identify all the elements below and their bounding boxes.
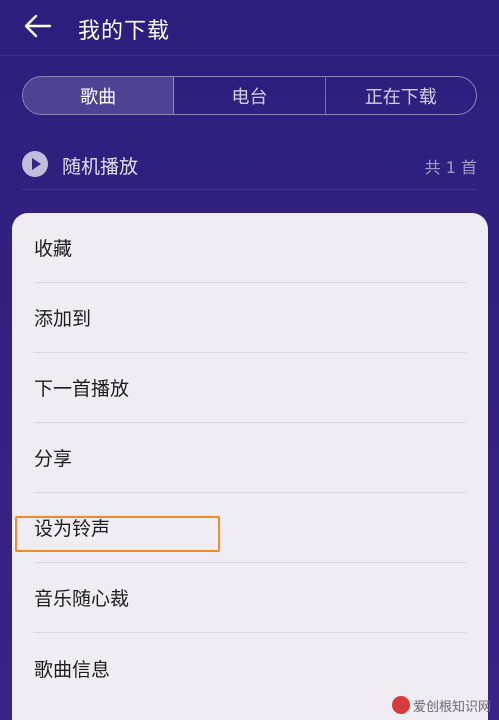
menu-item-label: 添加到: [34, 308, 92, 330]
menu-item-song-info[interactable]: 歌曲信息: [34, 633, 466, 703]
menu-item-share[interactable]: 分享: [34, 423, 466, 493]
page-title: 我的下载: [78, 19, 171, 44]
segment-tabs: 歌曲 电台 正在下载: [22, 76, 477, 115]
watermark: 爱创根知识网: [391, 694, 491, 716]
menu-item-add-to[interactable]: 添加到: [34, 283, 466, 353]
highlight-box: [15, 516, 220, 552]
shuffle-label: 随机播放: [62, 156, 139, 178]
song-count: 共 1 首: [424, 158, 477, 177]
menu-item-label: 歌曲信息: [34, 658, 111, 681]
arrow-left-icon: [24, 14, 52, 38]
menu-item-label: 收藏: [34, 238, 73, 260]
tab-radio[interactable]: 电台: [174, 77, 326, 114]
header: 我的下载: [0, 0, 499, 56]
watermark-text: 爱创根知识网: [412, 699, 491, 715]
watermark-logo-icon: [391, 696, 410, 714]
play-circle-icon: [22, 151, 48, 177]
action-sheet: 收藏 添加到 下一首播放 分享 设为铃声 音乐随心裁 歌曲信息: [12, 213, 488, 720]
menu-item-label: 分享: [34, 448, 73, 470]
menu-item-label: 下一首播放: [34, 378, 130, 400]
menu-item-collect[interactable]: 收藏: [34, 213, 466, 283]
back-button[interactable]: [22, 12, 54, 40]
menu-item-label: 音乐随心裁: [34, 588, 130, 610]
menu-item-music-cut[interactable]: 音乐随心裁: [34, 563, 466, 633]
shuffle-play-row[interactable]: 随机播放 共 1 首: [22, 140, 477, 190]
tab-downloading[interactable]: 正在下载: [326, 77, 476, 114]
menu-item-play-next[interactable]: 下一首播放: [34, 353, 466, 423]
tab-songs[interactable]: 歌曲: [23, 77, 175, 114]
